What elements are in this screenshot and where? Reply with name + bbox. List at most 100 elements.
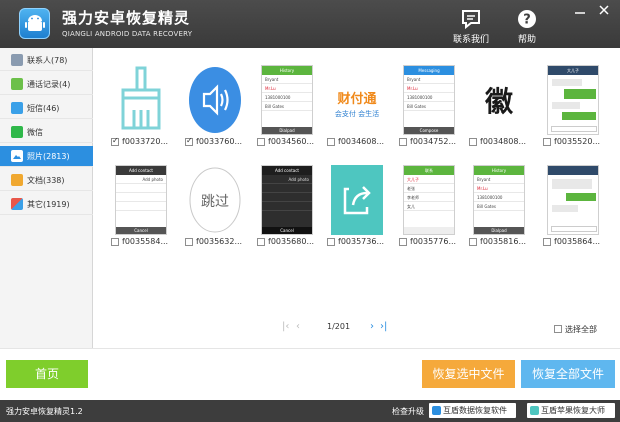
photo-filename: f0035520... (554, 137, 601, 146)
next-page-icon[interactable]: › (370, 321, 374, 332)
phone-row: 1381000100 (404, 93, 454, 102)
photo-thumbnail[interactable]: 跳过 (189, 165, 241, 235)
photo-checkbox[interactable] (327, 138, 335, 146)
chat-input (551, 226, 597, 232)
sidebar-item-wechat[interactable]: 微信 (0, 122, 93, 143)
phone-screenshot (547, 165, 599, 235)
help-label: 帮助 (517, 35, 536, 45)
ios-recovery-link[interactable]: 互盾苹果恢复大师 (527, 403, 615, 418)
photo-checkbox[interactable] (399, 138, 407, 146)
photo-thumbnail[interactable]: Messaging Bryant Mr.Lu 1381000100 Bill G… (403, 65, 455, 135)
phone-bar-title: Add contact (262, 166, 312, 175)
photo-checkbox[interactable] (185, 238, 193, 246)
contact-us-button[interactable]: 联系我们 (446, 8, 496, 45)
action-bar: 首页 恢复选中文件 恢复全部文件 (0, 348, 620, 400)
phone-bar-title (548, 166, 598, 175)
chat-bubble-icon (462, 10, 480, 30)
other-icon (11, 198, 23, 210)
phone-row: Add photo (262, 175, 312, 184)
photo-thumbnail[interactable]: History Bryant Mr.Lu 1381000100 Bill Gat… (473, 165, 525, 235)
minimize-icon[interactable] (574, 5, 586, 15)
photo-thumbnail[interactable]: 大儿子 (547, 65, 599, 135)
chat-bubble (566, 193, 596, 201)
photo-filename: f0035776... (410, 237, 457, 246)
broom-icon (115, 65, 167, 135)
close-icon[interactable] (598, 5, 610, 15)
app-logo (19, 8, 50, 39)
phone-bar-title: Add contact (116, 166, 166, 175)
app-subtitle: QIANGLI ANDROID DATA RECOVERY (62, 30, 193, 38)
select-all-checkbox[interactable] (554, 325, 562, 333)
photo-checkbox[interactable] (111, 238, 119, 246)
recover-selected-button[interactable]: 恢复选中文件 (422, 360, 515, 388)
photo-filename: f0033720... (122, 137, 169, 146)
photo-thumbnail[interactable]: History Bryant Mr.Lu 1381000100 Bill Gat… (261, 65, 313, 135)
caifu-sub-text: 会支付 会生活 (335, 109, 379, 118)
photo-thumbnail[interactable] (189, 65, 241, 135)
check-update-link[interactable]: 检查升级 (392, 406, 424, 417)
photo-checkbox[interactable] (399, 238, 407, 246)
photo-thumbnail[interactable]: 财付通 会支付 会生活 (331, 65, 383, 135)
chat-bubble (552, 102, 580, 109)
phone-row: 女儿 (404, 202, 454, 211)
phone-row: 老张 (404, 184, 454, 193)
data-recovery-label: 互盾数据恢复软件 (443, 406, 507, 415)
sidebar-item-call-log[interactable]: 通话记录(4) (0, 74, 93, 95)
photo-thumbnail[interactable] (115, 65, 167, 135)
prev-page-icon[interactable]: ‹ (296, 321, 300, 332)
category-sidebar: 联系人(78) 通话记录(4) 短信(46) 微信 照片(2813) 文档(33… (0, 48, 93, 348)
chat-bubble (564, 89, 596, 99)
help-button[interactable]: ? 帮助 (502, 8, 552, 45)
phone-screenshot: 联系 大儿子 老张 李老师 女儿 (403, 165, 455, 235)
app-title: 强力安卓恢复精灵 (62, 9, 191, 27)
phone-row: 李老师 (404, 193, 454, 202)
photo-checkbox[interactable] (111, 136, 119, 146)
last-page-icon[interactable]: ›| (380, 321, 387, 332)
phone-row: Bill Gates (404, 102, 454, 111)
photo-checkbox[interactable] (469, 238, 477, 246)
photo-checkbox[interactable] (543, 238, 551, 246)
phone-screenshot: History Bryant Mr.Lu 1381000100 Bill Gat… (261, 65, 313, 135)
sidebar-item-photos[interactable]: 照片(2813) (0, 146, 93, 167)
photo-thumbnail[interactable] (331, 165, 383, 235)
photo-thumbnail[interactable] (547, 165, 599, 235)
status-bar: 强力安卓恢复精灵1.2 检查升级 互盾数据恢复软件 互盾苹果恢复大师 (0, 400, 620, 422)
phone-row: Mr.Lu (404, 84, 454, 93)
photo-filename: f0035816... (480, 237, 527, 246)
phone-row (116, 202, 166, 211)
sidebar-item-sms[interactable]: 短信(46) (0, 98, 93, 119)
photo-filename: f0035680... (268, 237, 315, 246)
phone-bar-title: 联系 (404, 166, 454, 175)
photo-checkbox[interactable] (257, 238, 265, 246)
photo-checkbox[interactable] (327, 238, 335, 246)
data-recovery-link[interactable]: 互盾数据恢复软件 (429, 403, 516, 418)
home-button[interactable]: 首页 (6, 360, 88, 388)
phone-bar-title: Messaging (404, 66, 454, 75)
call-log-icon (11, 78, 23, 90)
phone-row (262, 193, 312, 202)
sidebar-item-documents[interactable]: 文档(338) (0, 170, 93, 191)
photo-filename: f0034608... (338, 137, 385, 146)
recover-all-button[interactable]: 恢复全部文件 (521, 360, 615, 388)
photo-checkbox[interactable] (469, 138, 477, 146)
android-icon (25, 15, 45, 31)
phone-screenshot: 大儿子 (547, 65, 599, 135)
photo-thumbnail[interactable]: Add contact Add photo Cancel (261, 165, 313, 235)
chat-bubble (552, 205, 578, 212)
photo-thumbnail[interactable]: 联系 大儿子 老张 李老师 女儿 (403, 165, 455, 235)
photo-checkbox[interactable] (257, 138, 265, 146)
question-icon: ? (518, 10, 536, 28)
phone-row (262, 202, 312, 211)
phone-bar-title: History (474, 166, 524, 175)
photo-thumbnail[interactable]: 徽 (473, 65, 525, 135)
sidebar-item-contacts[interactable]: 联系人(78) (0, 50, 93, 71)
ios-recovery-icon (530, 406, 539, 415)
photo-thumbnail[interactable]: Add contact Add photo Cancel (115, 165, 167, 235)
photo-checkbox[interactable] (185, 136, 193, 146)
phone-row: Mr.Lu (474, 184, 524, 193)
first-page-icon[interactable]: |‹ (282, 321, 289, 332)
photo-checkbox[interactable] (543, 138, 551, 146)
phone-row: 1381000100 (474, 193, 524, 202)
phone-screenshot: Messaging Bryant Mr.Lu 1381000100 Bill G… (403, 65, 455, 135)
sidebar-item-other[interactable]: 其它(1919) (0, 194, 93, 215)
